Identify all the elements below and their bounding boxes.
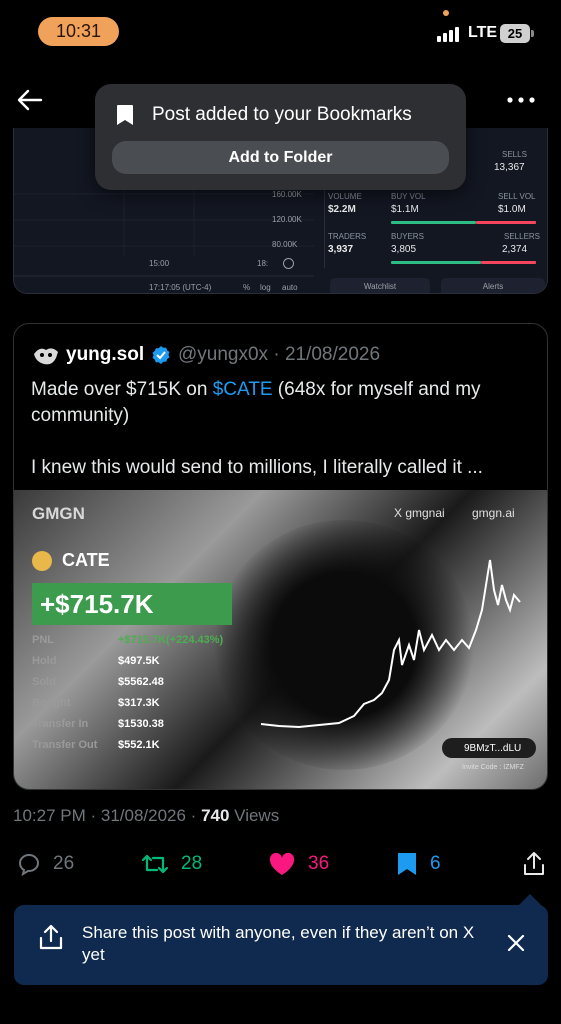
bookmark-count: 6: [430, 853, 441, 874]
status-bar: 10:31 LTE 25: [0, 0, 561, 64]
traders-label: TRADERS: [328, 232, 367, 241]
share-banner-text: Share this post with anyone, even if the…: [82, 923, 475, 964]
privacy-indicator-dot: [443, 10, 449, 16]
battery-tip: [531, 30, 534, 37]
sellers-label: SELLERS: [504, 232, 541, 241]
quoted-post[interactable]: yung.sol @yungx0x · 21/08/2026 Made over…: [13, 323, 548, 790]
verified-badge-icon: [152, 346, 170, 364]
share-icon: [524, 852, 544, 875]
network-type: LTE: [468, 24, 498, 41]
pnl-card-image[interactable]: GMGN X gmgnai gmgn.ai CATE +$715.7K PNL …: [14, 490, 547, 789]
buyers-value: 3,805: [391, 244, 417, 255]
watchlist-button: Watchlist: [330, 278, 430, 293]
arrow-left-icon: [17, 89, 43, 111]
reply-count: 26: [53, 853, 75, 874]
quoted-author-handle: @yungx0x · 21/08/2026: [178, 344, 381, 365]
auto-toggle: auto: [282, 283, 298, 292]
traders-value: 3,937: [328, 244, 354, 255]
close-icon[interactable]: [504, 931, 528, 955]
volume-label: VOLUME: [328, 192, 362, 201]
wallet-address: 9BMzT...dLU: [442, 738, 536, 758]
y-tick: 120.00K: [272, 215, 302, 224]
percent-toggle: %: [243, 283, 251, 292]
reply-icon: [18, 853, 39, 876]
share-button[interactable]: [522, 849, 558, 879]
repost-icon: [141, 854, 169, 874]
interval-label: 18:: [257, 259, 269, 268]
repost-button[interactable]: 28: [141, 849, 202, 879]
quoted-post-text-line2: I knew this would send to millions, I li…: [31, 457, 483, 478]
bookmark-button[interactable]: 6: [396, 849, 441, 879]
avatar: [34, 348, 58, 365]
bookmark-filled-icon: [398, 853, 416, 875]
post-timestamp-views: 10:27 PM · 31/08/2026 · 740 Views: [13, 806, 280, 825]
heart-icon: [269, 852, 295, 875]
sell-vol-bar: [476, 221, 536, 224]
alerts-button: Alerts: [441, 278, 545, 293]
y-tick: 160.00K: [272, 190, 302, 199]
bookmark-toast: Post added to your Bookmarks Add to Fold…: [95, 84, 466, 190]
buyers-label: BUYERS: [391, 232, 424, 241]
quoted-author-name: yung.sol: [66, 344, 145, 365]
chart-timestamp: 17:17:05 (UTC-4): [149, 283, 212, 292]
y-tick: 80.00K: [272, 240, 298, 249]
buy-vol-bar: [391, 221, 476, 224]
sells-label: SELLS: [502, 150, 527, 159]
battery-icon: 25: [500, 24, 530, 43]
share-banner: Share this post with anyone, even if the…: [14, 905, 548, 985]
log-toggle: log: [260, 283, 271, 292]
back-button[interactable]: [14, 84, 46, 116]
repost-count: 28: [181, 853, 203, 874]
volume-value: $2.2M: [328, 204, 356, 215]
invite-code: Invite Code : IZMFZ: [462, 764, 524, 771]
more-dots-icon: [507, 97, 535, 103]
reply-button[interactable]: 26: [17, 849, 74, 879]
sellers-bar: [481, 261, 536, 264]
x-tick: 15:00: [149, 259, 170, 268]
bookmark-icon: [117, 105, 133, 125]
quoted-post-text: Made over $715K on $CATE (648x for mysel…: [31, 379, 481, 426]
settings-circle-icon: [283, 258, 294, 269]
sell-vol-label: SELL VOL: [498, 192, 536, 201]
share-upload-icon: [39, 924, 63, 950]
buy-vol-value: $1.1M: [391, 204, 419, 215]
status-time: 10:31: [38, 17, 119, 46]
buyers-bar: [391, 261, 481, 264]
views-count: 740: [201, 806, 230, 825]
like-button[interactable]: 36: [268, 849, 329, 879]
sells-value: 13,367: [494, 162, 525, 173]
more-options-button[interactable]: [504, 88, 538, 112]
sell-vol-value: $1.0M: [498, 204, 526, 215]
buy-vol-label: BUY VOL: [391, 192, 426, 201]
cashtag-link[interactable]: $CATE: [213, 379, 273, 400]
like-count: 36: [308, 853, 330, 874]
bookmark-toast-message: Post added to your Bookmarks: [152, 104, 412, 125]
add-to-folder-button[interactable]: Add to Folder: [112, 141, 449, 174]
signal-icon: [437, 26, 463, 42]
sellers-value: 2,374: [502, 244, 528, 255]
